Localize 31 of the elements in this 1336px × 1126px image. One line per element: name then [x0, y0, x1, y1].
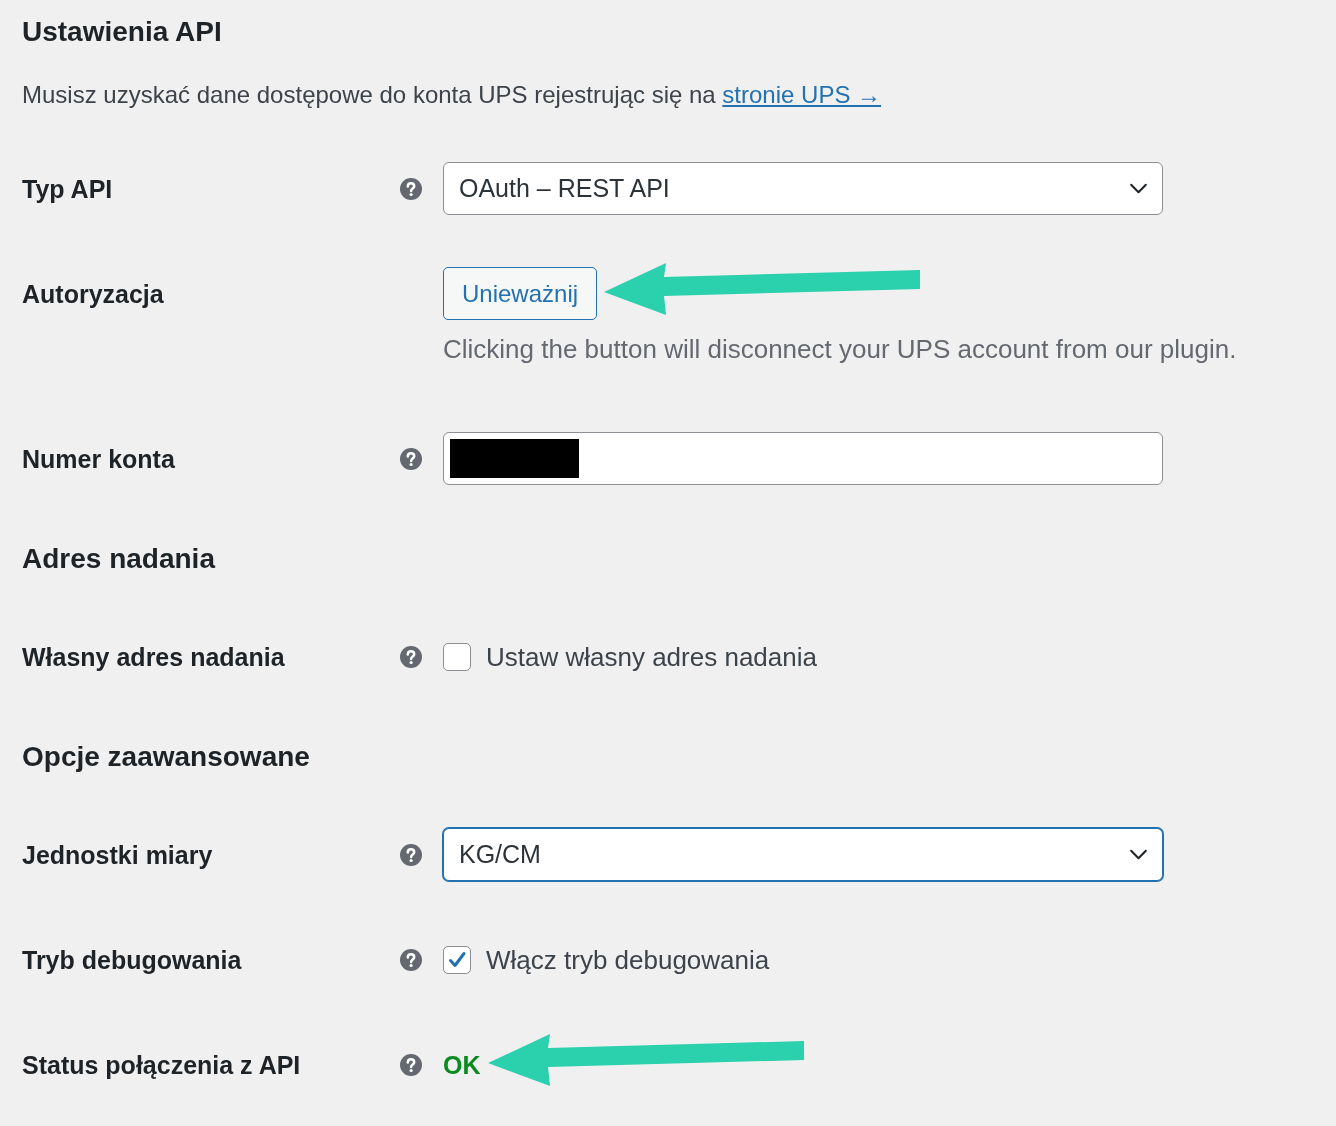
help-icon[interactable]: [400, 843, 422, 866]
help-icon[interactable]: [400, 645, 422, 668]
setting-label: Tryb debugowania: [22, 944, 242, 975]
ups-site-link[interactable]: stronie UPS →: [722, 81, 882, 108]
section-heading: Adres nadania: [22, 542, 215, 576]
checkbox[interactable]: [443, 642, 471, 671]
setting-label: Status połączenia z API: [22, 1049, 301, 1080]
intro-text: Musisz uzyskać dane dostępowe do konta UPS rejestrując się na stronie UPS →: [22, 80, 882, 110]
revoke-button[interactable]: Unieważnij: [443, 267, 598, 320]
help-icon[interactable]: [400, 948, 422, 971]
setting-label: Własny adres nadania: [22, 641, 285, 672]
page-title: Ustawienia API: [22, 15, 222, 49]
account-number-field[interactable]: [443, 432, 1163, 485]
checkbox-label[interactable]: Ustaw własny adres nadania: [486, 641, 817, 672]
checkbox[interactable]: [443, 945, 471, 974]
checkbox-label[interactable]: Włącz tryb debugowania: [486, 944, 770, 975]
setting-label: Jednostki miary: [22, 839, 213, 870]
setting-label: Autoryzacja: [22, 278, 164, 309]
dropdown-select[interactable]: KG/CM: [443, 828, 1163, 881]
status-text: OK: [443, 1049, 481, 1080]
dropdown-select[interactable]: OAuth – REST API: [443, 162, 1163, 215]
chevron-down-icon: [1129, 849, 1148, 860]
checkmark-icon: [447, 949, 467, 970]
help-icon[interactable]: [400, 177, 422, 200]
section-heading: Opcje zaawansowane: [22, 740, 310, 774]
setting-label: Numer konta: [22, 443, 175, 474]
description-text: Clicking the button will disconnect your UPS account from our plugin.: [443, 334, 1237, 364]
help-icon[interactable]: [400, 447, 422, 470]
help-icon[interactable]: [400, 1053, 422, 1076]
chevron-down-icon: [1129, 183, 1148, 194]
setting-label: Typ API: [22, 173, 113, 204]
